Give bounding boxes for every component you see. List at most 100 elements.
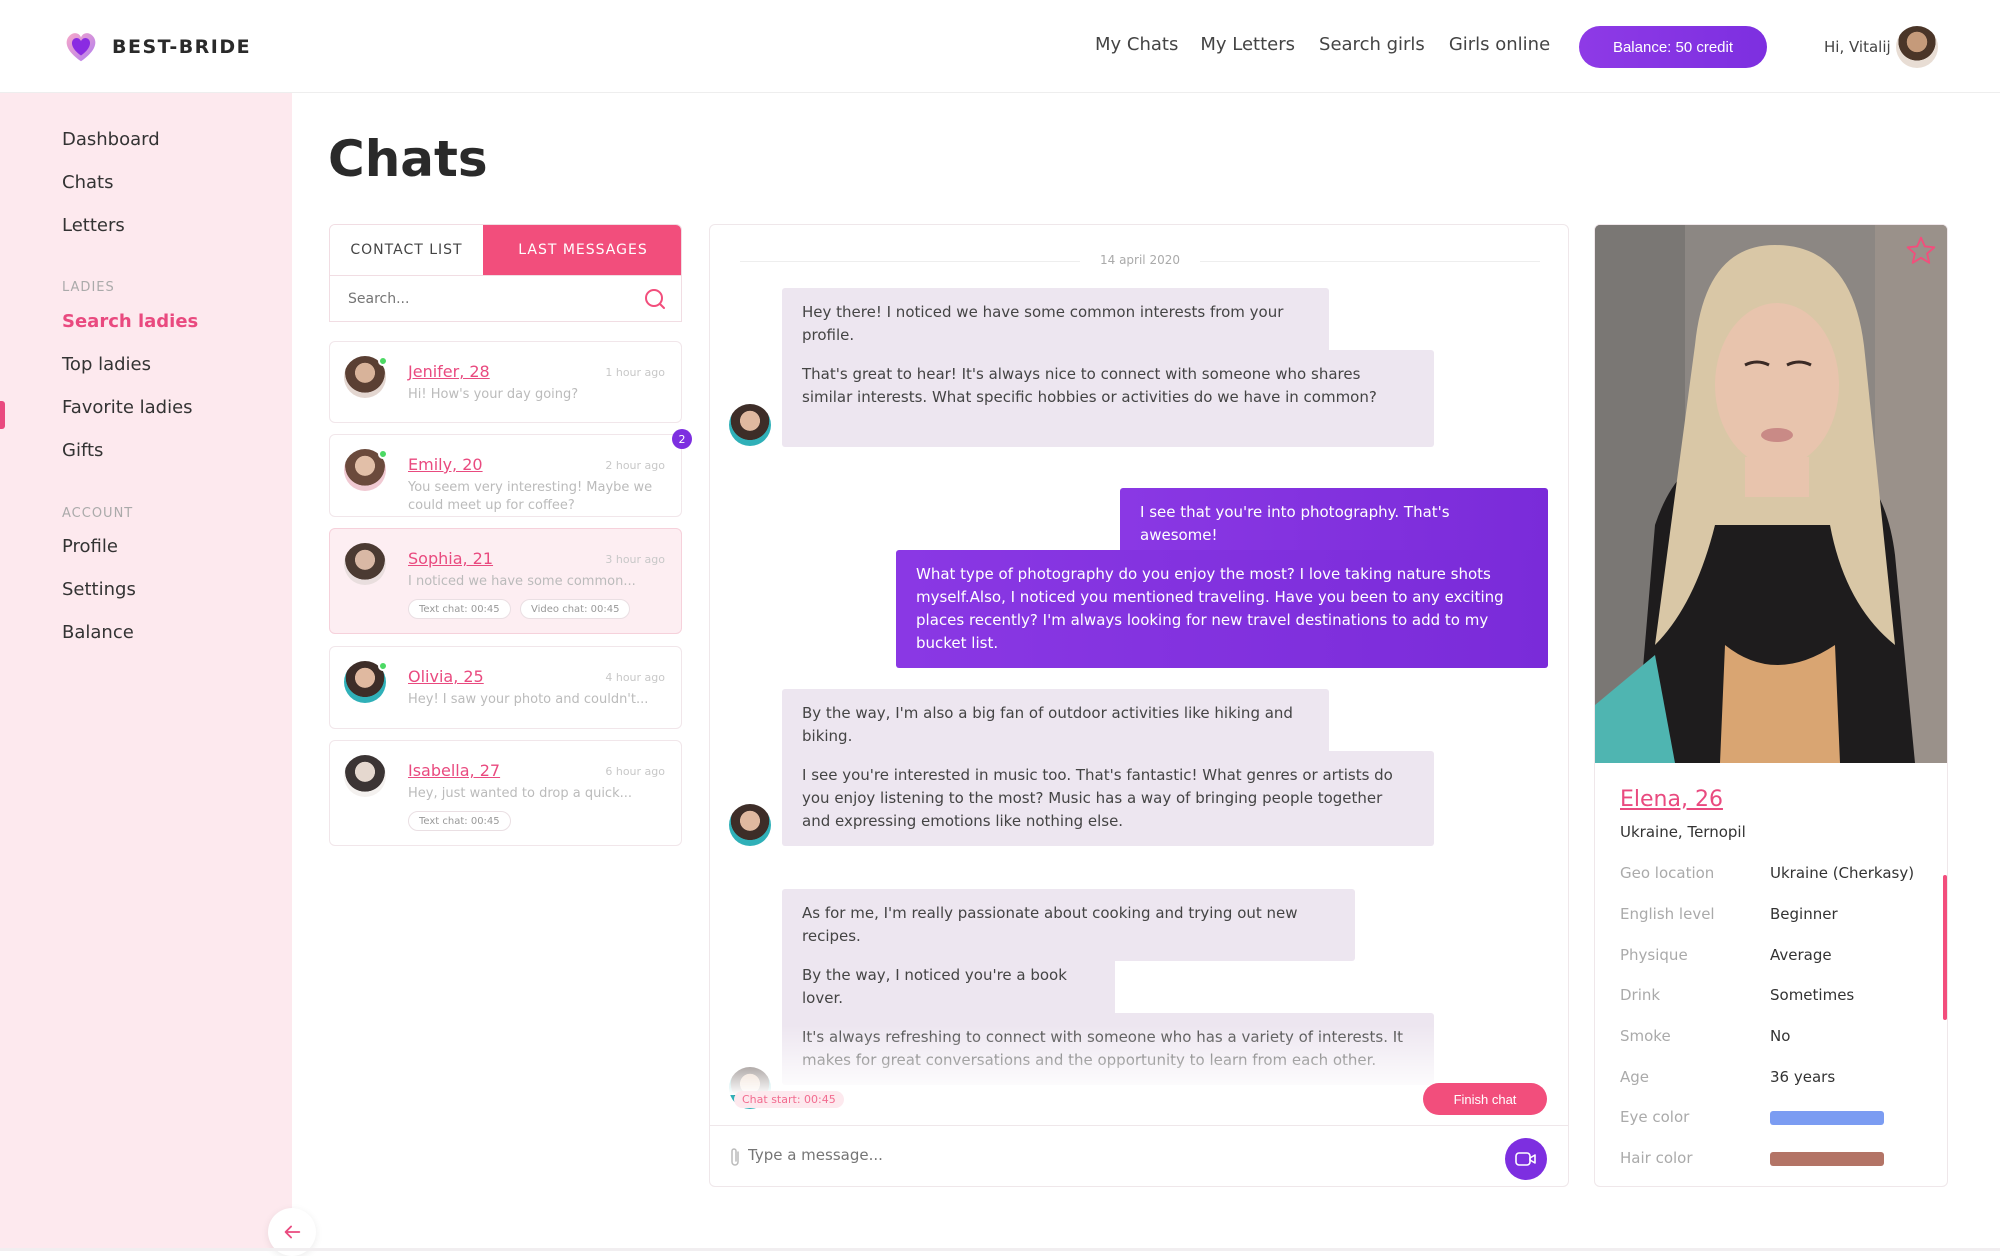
- chat-start-label: Chat start: 00:45: [734, 1091, 844, 1108]
- text-chat-tag: Text chat: 00:45: [408, 599, 511, 619]
- profile-scrollbar[interactable]: [1943, 875, 1947, 1020]
- sidebar-item-dashboard[interactable]: Dashboard: [62, 129, 160, 150]
- profile-name[interactable]: Elena, 26: [1620, 787, 1723, 812]
- sidebar-item-top-ladies[interactable]: Top ladies: [62, 354, 151, 375]
- brand-logo[interactable]: BEST-BRIDE: [62, 28, 251, 66]
- incoming-message: That's great to hear! It's always nice t…: [782, 350, 1434, 447]
- nav-girls-online[interactable]: Girls online: [1449, 34, 1550, 55]
- video-camera-icon: [1515, 1152, 1536, 1166]
- message-input[interactable]: [748, 1146, 1448, 1164]
- field-label: Drink: [1620, 986, 1661, 1004]
- contact-last-message: I noticed we have some common...: [408, 574, 636, 589]
- nav-search-girls[interactable]: Search girls: [1319, 34, 1425, 55]
- page-title: Chats: [328, 130, 488, 188]
- contacts-tabs: CONTACT LIST LAST MESSAGES: [329, 224, 682, 276]
- favorite-star-icon[interactable]: [1905, 235, 1937, 267]
- sidebar-item-search-ladies[interactable]: Search ladies: [62, 311, 198, 332]
- field-label: Smoke: [1620, 1027, 1671, 1045]
- contact-name[interactable]: Olivia, 25: [408, 667, 484, 686]
- sidebar-item-gifts[interactable]: Gifts: [62, 440, 103, 461]
- profile-location: Ukraine, Ternopil: [1620, 823, 1746, 841]
- top-header: BEST-BRIDE My Chats My Letters Search gi…: [0, 0, 2000, 93]
- sidebar-item-letters[interactable]: Letters: [62, 215, 125, 236]
- arrow-left-icon: [284, 1225, 301, 1239]
- field-label: Geo location: [1620, 864, 1715, 882]
- sender-avatar: [729, 404, 771, 446]
- chat-date: 14 april 2020: [710, 253, 1568, 267]
- balance-button[interactable]: Balance: 50 credit: [1579, 26, 1767, 68]
- field-value: Sometimes: [1770, 986, 1855, 1004]
- contact-name[interactable]: Sophia, 21: [408, 549, 493, 568]
- field-value: 36 years: [1770, 1068, 1836, 1086]
- contact-item[interactable]: Jenifer, 28 1 hour ago Hi! How's your da…: [329, 341, 682, 423]
- field-value: No: [1770, 1027, 1791, 1045]
- profile-card: Elena, 26 Ukraine, Ternopil Geo location…: [1594, 224, 1948, 1187]
- video-call-button[interactable]: [1505, 1138, 1547, 1180]
- user-avatar[interactable]: [1896, 26, 1938, 68]
- heart-logo-icon: [66, 33, 96, 62]
- contact-item[interactable]: Olivia, 25 4 hour ago Hey! I saw your ph…: [329, 646, 682, 729]
- field-label: Hair color: [1620, 1149, 1693, 1167]
- contact-last-message: Hi! How's your day going?: [408, 387, 579, 402]
- active-indicator: [0, 401, 5, 429]
- field-value: Ukraine (Cherkasy): [1770, 864, 1915, 882]
- brand-name: BEST-BRIDE: [112, 36, 252, 58]
- field-label: Age: [1620, 1068, 1650, 1086]
- contact-name[interactable]: Isabella, 27: [408, 761, 500, 780]
- field-label: Physique: [1620, 946, 1688, 964]
- online-indicator: [378, 356, 388, 366]
- incoming-message: I see you're interested in music too. Th…: [782, 751, 1434, 846]
- contact-time: 3 hour ago: [605, 553, 665, 566]
- contact-avatar: [344, 755, 386, 797]
- online-indicator: [378, 661, 388, 671]
- sidebar-item-settings[interactable]: Settings: [62, 579, 136, 600]
- field-label: English level: [1620, 905, 1715, 923]
- contact-time: 2 hour ago: [605, 459, 665, 472]
- contact-last-message: Hey! I saw your photo and couldn't...: [408, 692, 649, 707]
- contact-avatar: [344, 543, 386, 585]
- video-chat-tag: Video chat: 00:45: [520, 599, 631, 619]
- contact-last-message: Hey, just wanted to drop a quick...: [408, 786, 633, 801]
- contact-time: 1 hour ago: [605, 366, 665, 379]
- main-nav: My Chats My Letters Search girls Girls o…: [1095, 34, 1572, 55]
- eye-color-swatch: [1770, 1111, 1884, 1125]
- contact-search: [329, 276, 682, 322]
- field-value: Beginner: [1770, 905, 1838, 923]
- sidebar-item-profile[interactable]: Profile: [62, 536, 118, 557]
- sender-avatar: [729, 804, 771, 846]
- field-value: Average: [1770, 946, 1832, 964]
- profile-photo-illustration: [1595, 225, 1947, 763]
- search-input[interactable]: [348, 290, 628, 307]
- sidebar-item-balance[interactable]: Balance: [62, 622, 134, 643]
- sidebar: Dashboard Chats Letters LADIES Search la…: [0, 93, 292, 1251]
- online-indicator: [378, 449, 388, 459]
- sidebar-section-account: ACCOUNT: [62, 506, 134, 521]
- nav-my-letters[interactable]: My Letters: [1200, 34, 1295, 55]
- contact-last-message: You seem very interesting! Maybe we coul…: [408, 480, 653, 513]
- unread-badge: 2: [672, 429, 692, 449]
- field-label: Eye color: [1620, 1108, 1690, 1126]
- sidebar-item-favorite-ladies[interactable]: Favorite ladies: [62, 397, 193, 418]
- user-greeting: Hi, Vitalij: [1824, 38, 1891, 56]
- search-icon[interactable]: [643, 287, 667, 311]
- contact-item-active[interactable]: Sophia, 21 3 hour ago I noticed we have …: [329, 528, 682, 634]
- sidebar-item-chats[interactable]: Chats: [62, 172, 113, 193]
- outgoing-message: What type of photography do you enjoy th…: [896, 550, 1548, 668]
- tab-last-messages[interactable]: LAST MESSAGES: [483, 225, 681, 275]
- contact-time: 6 hour ago: [605, 765, 665, 778]
- hair-color-swatch: [1770, 1152, 1884, 1166]
- contact-name[interactable]: Emily, 20: [408, 455, 483, 474]
- contact-item[interactable]: Emily, 20 2 hour ago You seem very inter…: [329, 434, 682, 517]
- contact-time: 4 hour ago: [605, 671, 665, 684]
- text-chat-tag: Text chat: 00:45: [408, 811, 511, 831]
- finish-chat-button[interactable]: Finish chat: [1423, 1083, 1547, 1115]
- nav-my-chats[interactable]: My Chats: [1095, 34, 1178, 55]
- tab-contact-list[interactable]: CONTACT LIST: [330, 225, 483, 275]
- contact-name[interactable]: Jenifer, 28: [408, 362, 490, 381]
- contact-item[interactable]: Isabella, 27 6 hour ago Hey, just wanted…: [329, 740, 682, 846]
- chat-panel: 14 april 2020 Hey there! I noticed we ha…: [709, 224, 1569, 1187]
- sidebar-section-ladies: LADIES: [62, 280, 115, 295]
- attachment-icon[interactable]: [728, 1146, 742, 1168]
- profile-photo[interactable]: [1595, 225, 1947, 763]
- message-input-bar: [710, 1125, 1568, 1186]
